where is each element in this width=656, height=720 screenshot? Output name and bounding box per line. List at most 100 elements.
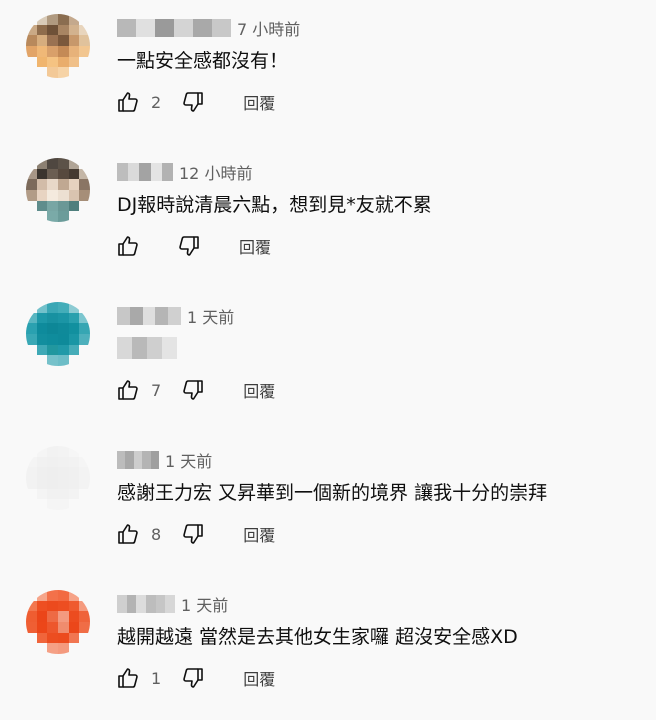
avatar-pixel bbox=[58, 355, 69, 366]
action-toolbar: 1 回覆 bbox=[116, 658, 275, 698]
avatar-pixel bbox=[36, 643, 48, 654]
avatar-pixel bbox=[26, 600, 37, 612]
blur-pixel bbox=[162, 337, 177, 359]
blur-pixel bbox=[125, 451, 134, 469]
avatar-pixel bbox=[58, 344, 69, 356]
thumb-down-icon bbox=[183, 524, 203, 544]
author-name-blurred[interactable] bbox=[117, 595, 176, 613]
avatar-pixel bbox=[79, 622, 90, 633]
avatar[interactable] bbox=[26, 158, 90, 222]
blur-pixel bbox=[155, 595, 166, 613]
like-button[interactable] bbox=[116, 234, 140, 258]
dislike-button[interactable] bbox=[181, 90, 205, 114]
comment-header: 12 小時前 bbox=[117, 160, 252, 184]
avatar-pixel bbox=[26, 632, 37, 644]
published-time[interactable]: 1 天前 bbox=[181, 592, 228, 616]
comment-text-blurred bbox=[117, 337, 177, 359]
thumb-up-icon bbox=[118, 236, 138, 256]
avatar-pixel bbox=[68, 355, 80, 366]
avatar-pixel bbox=[47, 158, 58, 169]
avatar-pixel bbox=[58, 467, 69, 478]
reply-button[interactable]: 回覆 bbox=[243, 90, 275, 114]
avatar-pixel bbox=[58, 35, 69, 46]
avatar-pixel bbox=[26, 456, 37, 468]
published-time[interactable]: 1 天前 bbox=[165, 448, 212, 472]
avatar-pixel bbox=[68, 302, 80, 313]
avatar-pixel bbox=[68, 323, 80, 334]
published-time[interactable]: 1 天前 bbox=[187, 304, 234, 328]
avatar[interactable] bbox=[26, 590, 90, 654]
avatar-pixel bbox=[26, 467, 37, 478]
comment-text: 越開越遠 當然是去其他女生家囉 超沒安全感XD bbox=[117, 626, 518, 648]
avatar-pixel bbox=[26, 643, 37, 654]
avatar-pixel bbox=[26, 312, 37, 324]
avatar-pixel bbox=[58, 312, 69, 324]
avatar-pixel bbox=[79, 179, 90, 190]
dislike-button[interactable] bbox=[181, 522, 205, 546]
avatar[interactable] bbox=[26, 302, 90, 366]
comment-thread: 1 天前 感謝王力宏 又昇華到一個新的境界 讓我十分的崇拜 8 回覆 bbox=[0, 432, 656, 576]
avatar-pixel bbox=[58, 14, 69, 25]
avatar-pixel bbox=[36, 590, 48, 601]
author-name-blurred[interactable] bbox=[117, 163, 174, 181]
avatar-pixel bbox=[36, 168, 48, 180]
avatar[interactable] bbox=[26, 14, 90, 78]
published-time[interactable]: 7 小時前 bbox=[237, 16, 300, 40]
avatar-pixel bbox=[36, 179, 48, 190]
reply-button[interactable]: 回覆 bbox=[239, 234, 271, 258]
like-button[interactable] bbox=[116, 522, 140, 546]
avatar-pixel bbox=[26, 478, 37, 489]
blur-pixel bbox=[150, 451, 160, 469]
blur-pixel bbox=[139, 163, 151, 181]
avatar[interactable] bbox=[26, 446, 90, 510]
blur-pixel bbox=[136, 19, 155, 37]
avatar-pixel bbox=[68, 456, 80, 468]
thumb-up-icon bbox=[118, 524, 138, 544]
blur-pixel bbox=[161, 163, 174, 181]
author-name-blurred[interactable] bbox=[117, 451, 160, 469]
avatar-pixel bbox=[26, 24, 37, 36]
blur-pixel bbox=[117, 163, 129, 181]
blur-pixel bbox=[117, 337, 132, 359]
published-time[interactable]: 12 小時前 bbox=[179, 160, 252, 184]
blur-pixel bbox=[117, 451, 126, 469]
author-name-blurred[interactable] bbox=[117, 19, 231, 37]
blur-pixel bbox=[117, 19, 136, 37]
comment-thread: 1 天前 7 回覆 bbox=[0, 288, 656, 432]
dislike-button[interactable] bbox=[177, 234, 201, 258]
avatar-pixel bbox=[68, 211, 80, 222]
reply-button[interactable]: 回覆 bbox=[243, 378, 275, 402]
blur-pixel bbox=[133, 451, 143, 469]
dislike-button[interactable] bbox=[181, 666, 205, 690]
avatar-pixel bbox=[79, 600, 90, 612]
avatar-pixel bbox=[36, 456, 48, 468]
avatar-pixel bbox=[68, 446, 80, 457]
like-button[interactable] bbox=[116, 666, 140, 690]
author-name-blurred[interactable] bbox=[117, 307, 181, 325]
dislike-button[interactable] bbox=[181, 378, 205, 402]
like-count: 2 bbox=[151, 92, 162, 112]
like-button[interactable] bbox=[116, 90, 140, 114]
avatar-pixel bbox=[68, 590, 80, 601]
avatar-pixel bbox=[79, 478, 90, 489]
avatar-pixel bbox=[68, 14, 80, 25]
avatar-pixel bbox=[36, 200, 48, 212]
like-button[interactable] bbox=[116, 378, 140, 402]
avatar-pixel bbox=[68, 467, 80, 478]
avatar-pixel bbox=[36, 323, 48, 334]
avatar-pixel bbox=[79, 158, 90, 169]
reply-button[interactable]: 回覆 bbox=[243, 522, 275, 546]
avatar-pixel bbox=[58, 323, 69, 334]
blur-pixel bbox=[136, 595, 147, 613]
avatar-pixel bbox=[58, 478, 69, 489]
avatar-pixel bbox=[68, 168, 80, 180]
blur-pixel bbox=[117, 595, 127, 613]
like-count: 1 bbox=[151, 668, 162, 688]
avatar-pixel bbox=[58, 190, 69, 201]
avatar-pixel bbox=[79, 67, 90, 78]
avatar-pixel bbox=[58, 168, 69, 180]
reply-button[interactable]: 回覆 bbox=[243, 666, 275, 690]
avatar-pixel bbox=[47, 600, 58, 612]
action-toolbar: 7 回覆 bbox=[116, 370, 275, 410]
avatar-pixel bbox=[26, 302, 37, 313]
